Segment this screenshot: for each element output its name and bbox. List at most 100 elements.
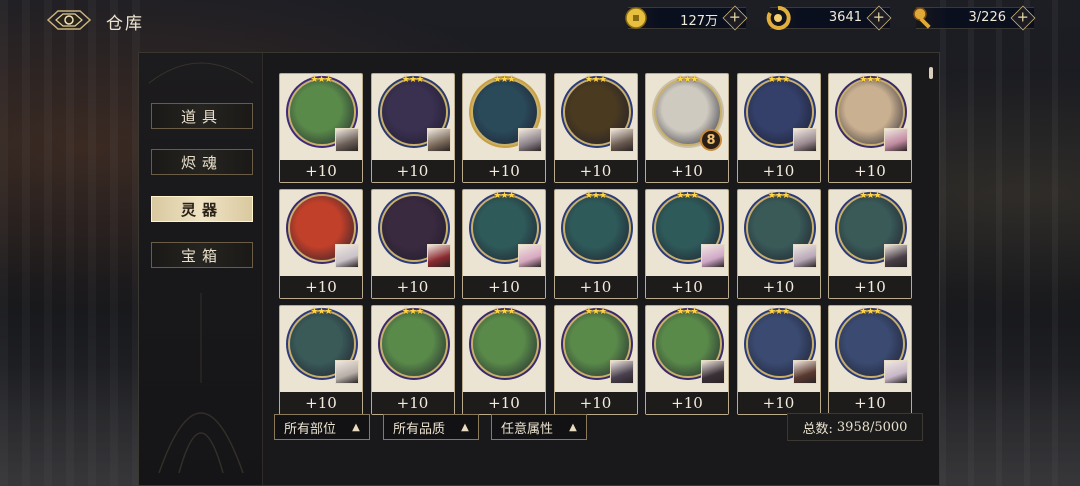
- item-card[interactable]: ★★★ +10: [736, 189, 821, 299]
- equipped-character-avatar: [609, 360, 634, 384]
- filter-quality-label: 所有品质: [393, 421, 446, 437]
- rarity-stars: ★★★: [767, 75, 790, 85]
- equipped-character-avatar: [335, 360, 359, 384]
- item-card[interactable]: ★★★ +10: [553, 305, 638, 415]
- category-tab-chests[interactable]: 宝箱: [151, 242, 253, 268]
- item-level: +10: [829, 160, 911, 182]
- spirit-value: 3641: [828, 10, 862, 25]
- item-level: +10: [829, 392, 911, 414]
- item-level: +10: [829, 276, 911, 298]
- equipped-character-avatar: [426, 244, 451, 268]
- rarity-stars: ★★★: [310, 307, 332, 317]
- tier-badge: 8: [700, 129, 722, 151]
- rarity-stars: ★★★: [676, 307, 698, 317]
- rarity-stars: ★★★: [493, 307, 515, 317]
- total-label: 总数:: [802, 421, 833, 437]
- category-tab-items[interactable]: 道具: [151, 103, 253, 129]
- sort-arrows-icon: ▲: [569, 421, 577, 433]
- equipped-character-avatar: [518, 128, 542, 152]
- item-card[interactable]: ★★★ +10: [645, 189, 729, 299]
- rarity-stars: ★★★: [584, 75, 607, 85]
- equipped-character-avatar: [609, 128, 634, 152]
- equipped-character-avatar: [426, 128, 451, 152]
- equipped-character-avatar: [518, 244, 542, 268]
- sort-arrows-icon: ▲: [461, 421, 469, 433]
- equipped-character-avatar: [701, 244, 725, 268]
- item-level: +10: [463, 392, 545, 414]
- item-card[interactable]: ★★★ +10: [462, 73, 546, 183]
- page-title: 仓库: [106, 14, 144, 34]
- lotus-icon: [473, 312, 537, 376]
- rarity-stars: ★★★: [676, 75, 698, 85]
- keys-add-button[interactable]: +: [1010, 5, 1036, 31]
- item-level: +10: [646, 276, 728, 298]
- rarity-stars: ★★★: [859, 307, 881, 317]
- sort-arrows-icon: ▲: [352, 421, 360, 433]
- item-card[interactable]: ★★★ 8 +10: [645, 73, 729, 183]
- equipped-character-avatar: [792, 244, 817, 268]
- back-button[interactable]: [44, 6, 94, 34]
- key-icon: [910, 4, 938, 32]
- item-level: +10: [371, 392, 454, 414]
- rarity-stars: ★★★: [493, 75, 515, 85]
- item-card[interactable]: ★★★ +10: [828, 73, 912, 183]
- category-tab-spirit-artifacts[interactable]: 灵器: [151, 196, 253, 222]
- item-level: +10: [646, 160, 728, 182]
- spirit-add-button[interactable]: +: [866, 5, 892, 31]
- resource-spirit: 3641 +: [766, 5, 892, 31]
- rarity-stars: ★★★: [493, 191, 515, 201]
- item-card[interactable]: ★★★ +10: [462, 189, 546, 299]
- item-card[interactable]: +10: [370, 189, 455, 299]
- rarity-stars: ★★★: [401, 75, 424, 85]
- coin-icon: [622, 4, 650, 32]
- rarity-stars: ★★★: [584, 191, 607, 201]
- item-card[interactable]: ★★★ +10: [828, 189, 912, 299]
- filter-slot-label: 所有部位: [284, 421, 337, 437]
- coins-add-button[interactable]: +: [722, 5, 748, 31]
- inventory-total: 总数: 3958/5000: [787, 413, 923, 441]
- item-card[interactable]: ★★★ +10: [279, 73, 363, 183]
- equipped-character-avatar: [335, 244, 359, 268]
- rarity-stars: ★★★: [676, 191, 698, 201]
- grid-scrollbar[interactable]: [929, 67, 933, 79]
- filter-quality-dropdown[interactable]: 所有品质 ▲: [383, 414, 479, 440]
- rarity-stars: ★★★: [584, 307, 607, 317]
- equipped-character-avatar: [792, 128, 817, 152]
- item-card[interactable]: ★★★ +10: [736, 73, 821, 183]
- item-card[interactable]: ★★★ +10: [279, 305, 363, 415]
- item-card[interactable]: ★★★ +10: [645, 305, 729, 415]
- item-card[interactable]: +10: [279, 189, 363, 299]
- item-level: +10: [737, 160, 820, 182]
- category-sidebar: 道具 烬魂 灵器 宝箱: [139, 53, 263, 485]
- top-bar: 仓库 127万 + 3641 + 3/226 +: [0, 0, 1080, 40]
- item-level: +10: [280, 276, 362, 298]
- filter-attribute-dropdown[interactable]: 任意属性 ▲: [491, 414, 587, 440]
- equipped-character-avatar: [335, 128, 359, 152]
- equipped-character-avatar: [884, 360, 908, 384]
- item-card[interactable]: ★★★ +10: [370, 305, 455, 415]
- item-level: +10: [463, 276, 545, 298]
- item-card[interactable]: ★★★ +10: [553, 189, 638, 299]
- filter-attribute-label: 任意属性: [501, 421, 554, 437]
- item-card[interactable]: ★★★ +10: [553, 73, 638, 183]
- rarity-stars: ★★★: [401, 307, 424, 317]
- item-grid: ★★★ +10 ★★★ +10 ★★★ +10 ★★★ +10 ★★★ 8 +10 ★★★ +10 ★★★…: [267, 63, 933, 415]
- resource-coins: 127万 +: [625, 5, 748, 31]
- inventory-panel: 道具 烬魂 灵器 宝箱 ★★★ +10 ★★★ +10 ★★★ +10 ★★★ +10 ★★★ 8…: [138, 52, 940, 486]
- item-card[interactable]: ★★★ +10: [828, 305, 912, 415]
- item-level: +10: [737, 392, 820, 414]
- keys-value: 3/226: [968, 10, 1006, 25]
- item-level: +10: [554, 160, 637, 182]
- rarity-stars: ★★★: [767, 307, 790, 317]
- item-level: +10: [646, 392, 728, 414]
- coins-value: 127万: [680, 14, 718, 29]
- total-value: 3958/5000: [836, 419, 908, 435]
- item-card[interactable]: ★★★ +10: [370, 73, 455, 183]
- item-level: +10: [280, 392, 362, 414]
- item-card[interactable]: ★★★ +10: [462, 305, 546, 415]
- equipped-character-avatar: [884, 244, 908, 268]
- item-card[interactable]: ★★★ +10: [736, 305, 821, 415]
- plus-icon: +: [1016, 9, 1030, 26]
- filter-slot-dropdown[interactable]: 所有部位 ▲: [274, 414, 370, 440]
- category-tab-ember-souls[interactable]: 烬魂: [151, 149, 253, 175]
